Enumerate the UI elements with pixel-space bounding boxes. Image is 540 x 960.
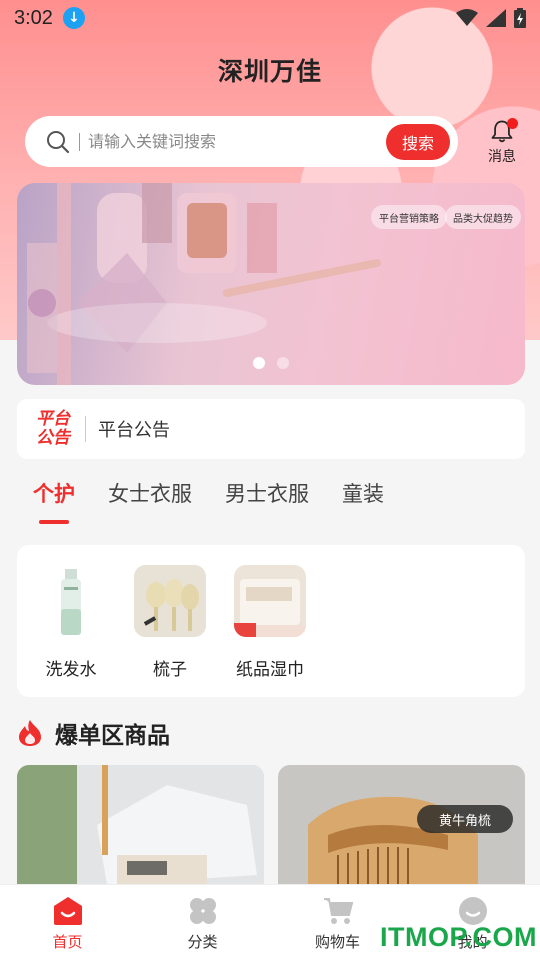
search-bar[interactable]: 搜索 <box>25 116 458 167</box>
subcategory-card: 洗发水 梳子 纸品湿巾 <box>17 545 525 697</box>
download-icon: ↓ <box>62 7 85 29</box>
subcategory-label: 洗发水 <box>45 660 97 680</box>
status-time: 3:02 <box>14 6 53 29</box>
search-divider <box>79 132 80 151</box>
announcement-divider <box>85 416 86 442</box>
announcement-logo-line2: 公告 <box>36 428 70 448</box>
home-icon <box>53 897 82 925</box>
messages-label: 消息 <box>488 149 516 165</box>
search-icon <box>47 130 70 153</box>
status-icons <box>456 8 526 28</box>
tab-personal-care[interactable]: 个护 <box>33 478 75 526</box>
nav-category[interactable]: 分类 <box>135 885 270 960</box>
category-icon <box>189 898 216 924</box>
tab-womens-clothing[interactable]: 女士衣服 <box>108 478 192 526</box>
tab-label: 童装 <box>342 482 384 506</box>
banner-pagination[interactable] <box>253 357 289 369</box>
tab-active-indicator <box>39 520 69 524</box>
tab-label: 男士衣服 <box>225 482 309 506</box>
hot-section-header: 爆单区商品 <box>17 716 170 750</box>
nav-label: 首页 <box>52 933 83 951</box>
banner-dot-active[interactable] <box>253 357 265 369</box>
tab-mens-clothing[interactable]: 男士衣服 <box>225 478 309 526</box>
announcement-text: 平台公告 <box>98 420 170 441</box>
cart-icon <box>323 898 353 924</box>
product-image <box>17 765 264 895</box>
tab-label: 个护 <box>33 482 75 506</box>
subcategory-label: 梳子 <box>153 660 187 680</box>
banner-tag: 平台营销策略 <box>371 205 447 229</box>
subcategory-label: 纸品湿巾 <box>236 660 304 680</box>
subcategory-shampoo[interactable]: 洗发水 <box>21 565 121 680</box>
product-card[interactable]: 黄牛角梳 <box>278 765 525 895</box>
banner-dot[interactable] <box>277 357 289 369</box>
search-button[interactable]: 搜索 <box>386 123 450 160</box>
watermark: ITMOP.COM <box>380 922 538 952</box>
tab-kids-clothing[interactable]: 童装 <box>342 478 384 526</box>
page-title: 深圳万佳 <box>217 57 322 86</box>
subcategory-tissue[interactable]: 纸品湿巾 <box>220 565 320 680</box>
tissue-image <box>234 565 306 637</box>
signal-icon <box>486 9 506 27</box>
product-card[interactable] <box>17 765 264 895</box>
flame-icon <box>19 720 41 746</box>
unread-badge <box>507 118 518 129</box>
comb-image <box>134 565 206 637</box>
hot-section-title: 爆单区商品 <box>55 723 170 749</box>
messages-button[interactable]: 消息 <box>482 118 522 166</box>
product-tag: 黄牛角梳 <box>417 805 514 833</box>
announcement-bar[interactable]: 平台 公告 平台公告 <box>17 399 525 459</box>
announcement-logo: 平台 公告 <box>33 410 73 448</box>
category-tabs: 个护 女士衣服 男士衣服 童装 <box>33 478 384 526</box>
announcement-logo-line1: 平台 <box>36 409 70 429</box>
nav-label: 购物车 <box>314 933 360 951</box>
nav-label: 分类 <box>187 933 218 951</box>
search-input[interactable] <box>88 132 386 151</box>
promo-banner[interactable]: 平台营销策略 品类大促趋势 <box>17 183 525 385</box>
battery-icon <box>514 8 526 28</box>
wifi-icon <box>456 9 478 26</box>
status-bar: 3:02 ↓ <box>0 0 540 36</box>
banner-tag: 品类大促趋势 <box>445 205 521 229</box>
subcategory-comb[interactable]: 梳子 <box>120 565 220 680</box>
nav-home[interactable]: 首页 <box>0 885 135 960</box>
shampoo-image <box>35 565 107 637</box>
tab-label: 女士衣服 <box>108 482 192 506</box>
